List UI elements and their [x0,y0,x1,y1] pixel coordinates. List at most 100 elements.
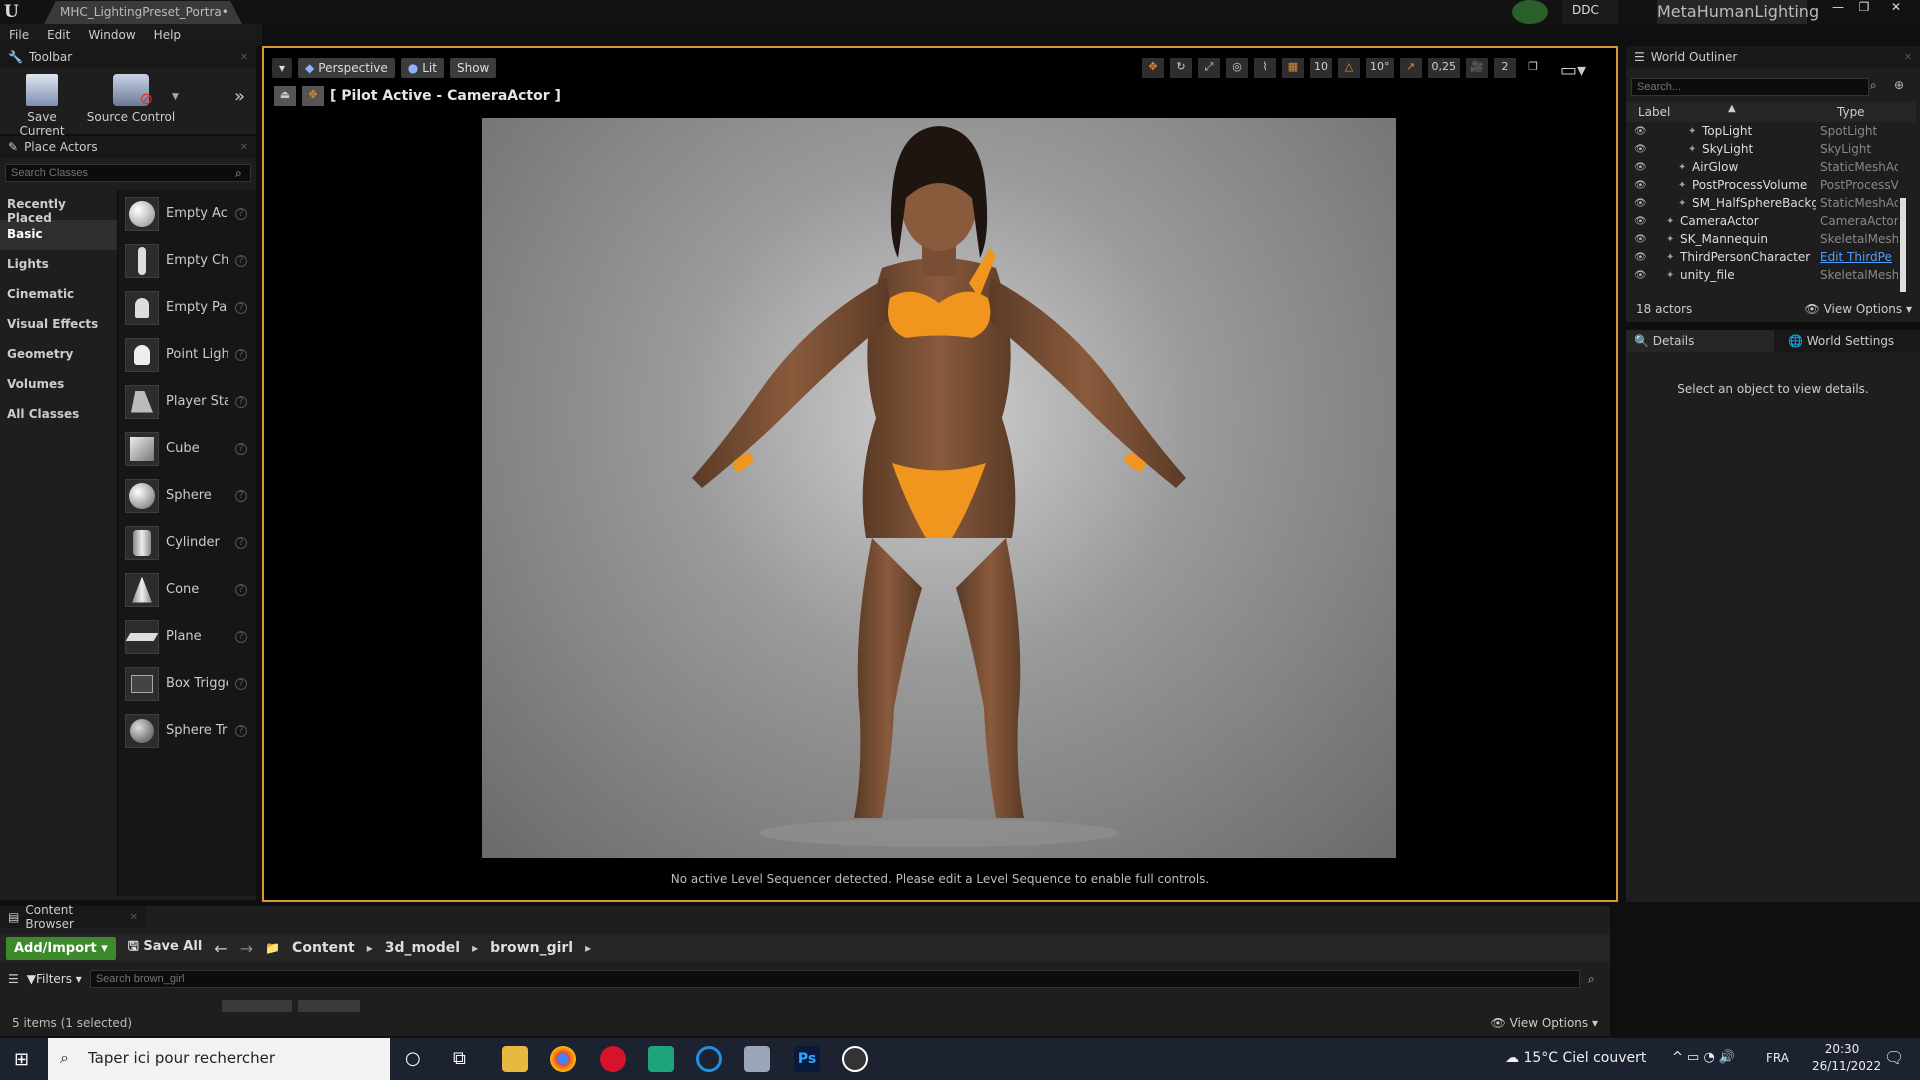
maximize-viewport-icon[interactable]: ❐ [1522,58,1544,78]
language-indicator[interactable]: FRA [1766,1051,1789,1065]
help-icon[interactable]: ? [235,301,247,314]
category-cinematic[interactable]: Cinematic [0,280,117,310]
save-current-button[interactable]: Save Current [6,74,78,138]
actor-item-empty-actor[interactable]: Empty Act? [118,190,256,237]
taskbar-search-box[interactable]: ⌕ Taper ici pour rechercher [48,1038,390,1080]
asset-thumbnail[interactable] [298,1000,360,1012]
cortana-icon[interactable]: ○ [405,1048,421,1069]
actor-item-empty-pawn[interactable]: Empty Pav? [118,284,256,331]
place-actors-tab[interactable]: ✎ Place Actors ✕ [0,136,256,158]
help-icon[interactable]: ? [235,207,247,220]
chrome-icon[interactable] [550,1046,576,1072]
column-type[interactable]: Type [1837,105,1865,119]
actor-item-point-light[interactable]: Point Light? [118,331,256,378]
app-icon[interactable] [744,1046,770,1072]
category-all-classes[interactable]: All Classes [0,400,117,430]
asset-thumbnail[interactable] [222,1000,292,1012]
perspective-button[interactable]: ◆ Perspective [298,58,395,78]
menu-file[interactable]: File [0,24,38,46]
visibility-eye-icon[interactable]: 👁 [1634,144,1647,155]
close-button[interactable]: ✕ [1884,0,1908,16]
scale-snap-value[interactable]: 0,25 [1427,58,1460,78]
weather-widget[interactable]: ☁ 15°C Ciel couvert [1505,1050,1646,1066]
category-lights[interactable]: Lights [0,250,117,280]
outliner-search-input[interactable] [1631,78,1869,96]
search-icon[interactable]: ⌕ [1870,78,1877,93]
show-button[interactable]: Show [449,58,497,78]
world-outliner-tab[interactable]: ☰ World Outliner ✕ [1626,46,1920,68]
save-all-button[interactable]: 🖫 Save All [128,937,203,959]
outliner-row[interactable]: 👁 ✦ TopLight SpotLight [1626,122,1909,140]
sources-toggle-icon[interactable]: ☰ [8,972,19,986]
unreal-engine-icon[interactable] [842,1046,868,1072]
category-volumes[interactable]: Volumes [0,370,117,400]
rotation-snap-icon[interactable]: △ [1338,58,1360,78]
notification-icon[interactable]: 🗨 [1884,1048,1904,1067]
breadcrumb-3d-model[interactable]: 3d_model [385,940,460,956]
outliner-row[interactable]: 👁 ✦ SM_HalfSphereBackg StaticMeshAc [1626,194,1909,212]
outliner-row[interactable]: 👁 ✦ CameraActor CameraActor [1626,212,1909,230]
close-tab-icon[interactable]: ✕ [1904,52,1912,63]
actor-item-player-start[interactable]: Player Sta? [118,378,256,425]
level-viewport[interactable]: ▾ ◆ Perspective ● Lit Show ✥ ↻ ⤢ ◎ ⌇ ▦ 10 … [262,46,1618,902]
actor-item-empty-character[interactable]: Empty Cha? [118,237,256,284]
help-icon[interactable]: ? [235,536,247,549]
rotation-snap-value[interactable]: 10° [1366,58,1394,78]
actor-item-cube[interactable]: Cube? [118,425,256,472]
document-tab[interactable]: MHC_LightingPreset_Portra• [44,1,242,24]
visibility-eye-icon[interactable]: 👁 [1634,270,1647,281]
m-app-icon[interactable] [648,1046,674,1072]
clock[interactable]: 20:30 26/11/2022 [1812,1041,1881,1075]
actor-item-sphere-trigger[interactable]: Sphere Tr? [118,707,256,754]
help-icon[interactable]: ? [235,489,247,502]
help-icon[interactable]: ? [235,348,247,361]
category-geometry[interactable]: Geometry [0,340,117,370]
translate-icon[interactable]: ✥ [1142,58,1164,78]
visibility-eye-icon[interactable]: 👁 [1634,234,1647,245]
scale-icon[interactable]: ⤢ [1198,58,1220,78]
help-icon[interactable]: ? [235,724,247,737]
help-icon[interactable]: ? [235,442,247,455]
visibility-eye-icon[interactable]: 👁 [1634,162,1647,173]
content-browser-view-options[interactable]: 👁 View Options ▾ [1491,1016,1599,1030]
camera-speed-icon[interactable]: 🎥 [1466,58,1488,78]
lit-button[interactable]: ● Lit [400,58,444,78]
source-control-button[interactable]: ⊘ Source Control [86,74,176,124]
toolbar-tab[interactable]: 🔧 Toolbar ✕ [0,46,256,68]
outliner-row[interactable]: 👁 ✦ PostProcessVolume PostProcessV [1626,176,1909,194]
file-explorer-icon[interactable] [502,1046,528,1072]
category-recently-placed[interactable]: Recently Placed [0,190,117,225]
add-filter-icon[interactable]: ⊕ [1894,78,1904,92]
close-tab-icon[interactable]: ✕ [240,52,248,63]
actor-item-sphere[interactable]: Sphere? [118,472,256,519]
close-tab-icon[interactable]: ✕ [240,142,248,153]
visibility-eye-icon[interactable]: 👁 [1634,198,1647,209]
photoshop-icon[interactable]: Ps [794,1046,820,1072]
scale-snap-icon[interactable]: ↗ [1399,58,1422,78]
search-classes-input[interactable] [5,164,251,182]
content-search-input[interactable] [89,970,1580,988]
help-icon[interactable]: ? [235,395,247,408]
help-icon[interactable]: ? [235,583,247,596]
outliner-row[interactable]: 👁 ✦ AirGlow StaticMeshAc [1626,158,1909,176]
menu-help[interactable]: Help [145,24,190,46]
layout-icon[interactable]: ▭▾ [1550,58,1596,81]
dropdown-arrow-icon[interactable]: ▼ [172,92,179,102]
world-local-icon[interactable]: ◎ [1226,58,1248,78]
close-tab-icon[interactable]: ✕ [130,912,138,923]
camera-speed-value[interactable]: 2 [1494,58,1516,78]
forward-arrow-icon[interactable]: → [240,939,253,958]
source-control-status-icon[interactable] [1512,0,1548,24]
filters-button[interactable]: ▼Filters ▾ [27,972,82,986]
folder-icon[interactable]: 📁 [265,941,280,955]
grid-snap-icon[interactable]: ▦ [1282,58,1304,78]
outliner-row-type[interactable]: Edit ThirdPe [1820,250,1898,264]
outliner-scrollbar[interactable] [1900,198,1906,292]
outliner-row[interactable]: 👁 ✦ SkyLight SkyLight [1626,140,1909,158]
tray-icons[interactable]: ^ ▭ ◔ 🔊 [1672,1050,1735,1065]
content-browser-tab[interactable]: ▤ Content Browser ✕ [0,903,146,931]
outliner-row[interactable]: 👁 ✦ unity_file SkeletalMesh [1626,266,1909,284]
outliner-row[interactable]: 👁 ✦ SK_Mannequin SkeletalMesh [1626,230,1909,248]
breadcrumb-content[interactable]: Content [292,940,355,956]
menu-edit[interactable]: Edit [38,24,79,46]
